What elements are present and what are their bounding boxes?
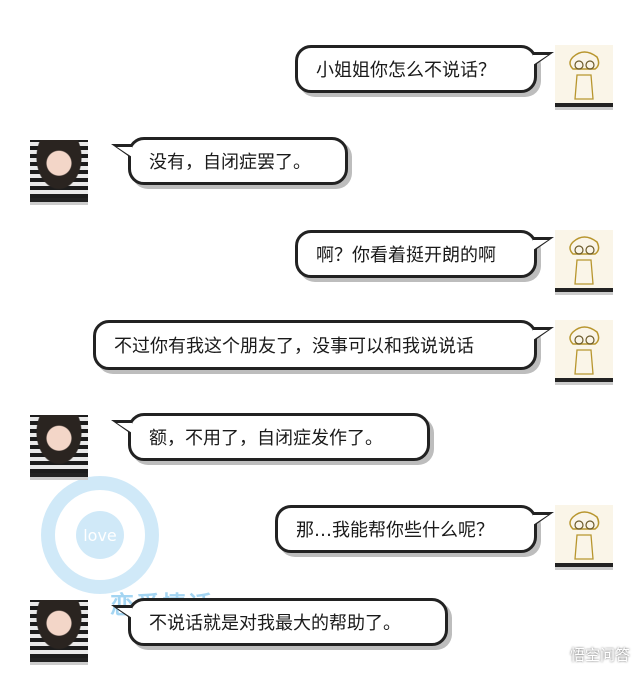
message-text: 啊？你看着挺开朗的啊 (316, 245, 496, 266)
avatar-sketch-boy[interactable] (555, 230, 613, 292)
avatar-girl[interactable] (30, 140, 88, 202)
avatar-girl[interactable] (30, 600, 88, 662)
message-text: 额，不用了，自闭症发作了。 (149, 428, 383, 449)
message-text: 不说话就是对我最大的帮助了。 (149, 613, 401, 634)
message-bubble: 啊？你看着挺开朗的啊 (295, 230, 554, 278)
avatar-sketch-boy[interactable] (555, 45, 613, 107)
brand-label: 悟空问答 (569, 645, 630, 664)
message-bubble: 那…我能帮你些什么呢？ (275, 505, 554, 553)
wukong-qa-icon (541, 643, 564, 665)
love-watermark-logo: love (41, 476, 159, 594)
sketch-avatar-icon (569, 511, 600, 560)
message-bubble: 不过你有我这个朋友了，没事可以和我说说话 (93, 320, 554, 370)
sketch-avatar-icon (569, 236, 600, 285)
avatar-girl[interactable] (30, 415, 88, 477)
sketch-avatar-icon (569, 51, 600, 100)
avatar-sketch-boy[interactable] (555, 320, 613, 382)
sketch-avatar-icon (569, 326, 600, 375)
message-text: 没有，自闭症罢了。 (149, 152, 311, 173)
message-text: 那…我能帮你些什么呢？ (296, 520, 494, 541)
message-text: 不过你有我这个朋友了，没事可以和我说说话 (114, 336, 474, 357)
brand-watermark: 悟空问答 (541, 643, 630, 665)
message-bubble: 不说话就是对我最大的帮助了。 (111, 598, 448, 646)
message-bubble: 没有，自闭症罢了。 (111, 137, 348, 185)
message-bubble: 额，不用了，自闭症发作了。 (111, 413, 430, 461)
watermark-logo-text: love (83, 526, 117, 545)
message-text: 小姐姐你怎么不说话？ (316, 60, 496, 81)
avatar-sketch-boy[interactable] (555, 505, 613, 567)
message-bubble: 小姐姐你怎么不说话？ (295, 45, 554, 93)
